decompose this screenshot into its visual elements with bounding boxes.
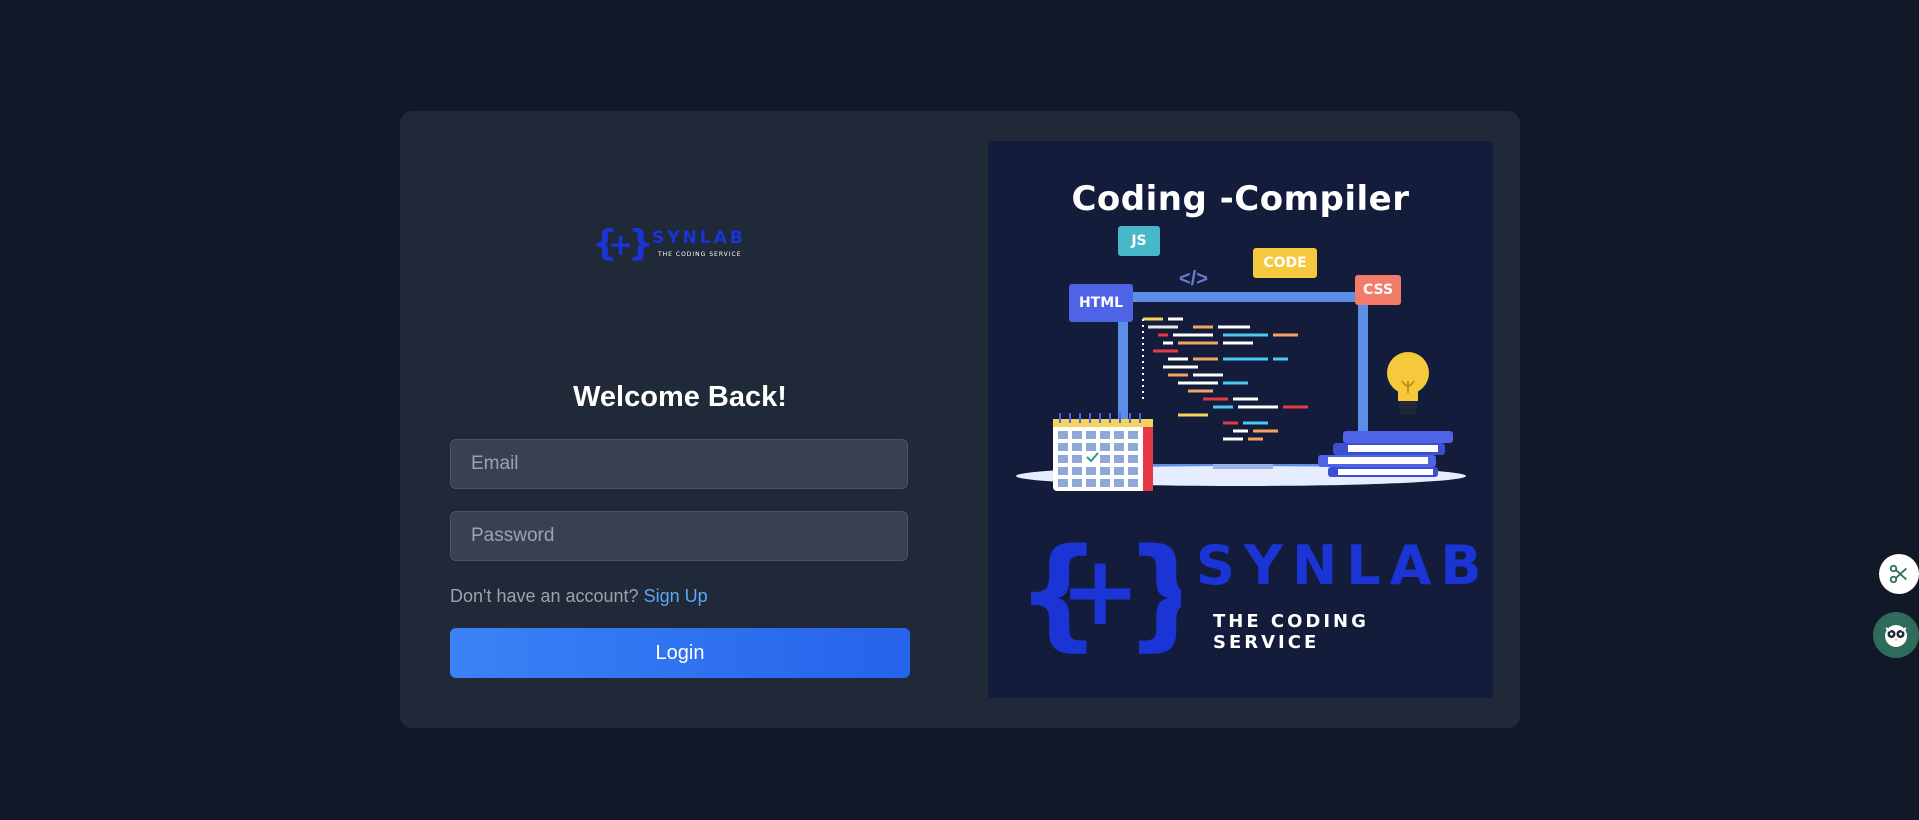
password-field[interactable] (450, 511, 908, 561)
logo-small-name: SYNLAB (652, 228, 746, 248)
signup-prompt-text: Don't have an account? (450, 586, 639, 606)
logo-small-tagline: THE CODING SERVICE (657, 251, 742, 258)
promo-image: Coding -Compiler JS CODE HTML CSS </> { … (988, 141, 1493, 698)
scissors-floating-button[interactable] (1879, 554, 1919, 594)
html-tag: HTML (1069, 284, 1133, 322)
login-form-panel: { + } SYNLAB THE CODING SERVICE Welcome … (450, 111, 910, 728)
promo-title: Coding -Compiler (1071, 179, 1410, 219)
promo-brand-tagline: THE CODING SERVICE (1213, 611, 1369, 653)
code-tag: CODE (1253, 248, 1317, 278)
promo-brand: { + } SYNLAB THE CODING SERVICE (1016, 526, 1482, 656)
login-card: { + } SYNLAB THE CODING SERVICE Welcome … (400, 111, 1520, 728)
login-button[interactable]: Login (450, 628, 910, 678)
signup-link[interactable]: Sign Up (644, 586, 708, 606)
email-field[interactable] (450, 439, 908, 489)
page-title: Welcome Back! (573, 381, 787, 413)
promo-brand-name: SYNLAB (1196, 534, 1491, 597)
scissors-icon (1889, 564, 1907, 584)
js-tag: JS (1118, 226, 1160, 256)
code-brackets-tag: </> (1179, 268, 1208, 290)
owl-icon (1885, 625, 1907, 647)
synlab-logo: { + } SYNLAB THE CODING SERVICE (592, 223, 746, 264)
svg-text:}: } (628, 223, 654, 264)
signup-prompt-row: Don't have an account? Sign Up (450, 586, 708, 607)
css-tag: CSS (1355, 275, 1401, 305)
owl-floating-button[interactable] (1873, 612, 1919, 658)
brace-plus-icon: { + } (1016, 526, 1181, 656)
svg-text:}: } (1124, 526, 1181, 656)
